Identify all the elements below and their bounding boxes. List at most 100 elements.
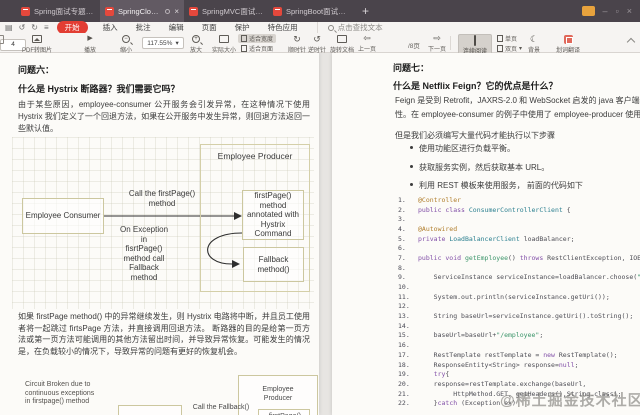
double-page-icon bbox=[497, 45, 503, 52]
redo-icon[interactable]: ↻ bbox=[31, 22, 38, 33]
minimize-icon[interactable]: – bbox=[603, 0, 608, 22]
pdf-file-icon bbox=[273, 6, 282, 16]
bullet-icon bbox=[410, 183, 413, 186]
save-icon[interactable]: ▤ bbox=[5, 22, 13, 33]
find-text-hint: 点击查找文本 bbox=[337, 23, 383, 32]
menu-features[interactable]: 特色应用 bbox=[259, 22, 307, 33]
tab-springmvc[interactable]: SpringMVC面试专题及答案.pdf bbox=[184, 0, 268, 22]
prev-page-button[interactable]: ⇦ 上一页 bbox=[358, 33, 376, 53]
zoom-out-icon: − bbox=[122, 35, 130, 43]
code-line: 18. ResponseEntity<String> response=null… bbox=[398, 360, 579, 369]
single-page-icon bbox=[497, 35, 503, 42]
menu-icon[interactable]: ≡ bbox=[44, 22, 49, 33]
pdf-file-icon bbox=[21, 6, 30, 16]
code-line: 20. response=restTemplate.exchange(baseU… bbox=[398, 379, 587, 388]
translate-button[interactable]: 划词翻译 bbox=[556, 34, 580, 54]
code-line: 13. String baseUrl=serviceInstance.getUr… bbox=[398, 312, 634, 321]
background-button[interactable]: ☾ 背景 bbox=[528, 34, 540, 54]
list-item: 获取服务实例，然后获取基本 URL。 bbox=[410, 162, 640, 173]
circuit-broken-note: Circuit Broken due to continuous excepti… bbox=[25, 381, 95, 405]
next-page-button[interactable]: ⇨ 下一页 bbox=[428, 33, 446, 53]
tab-springcloud-active[interactable]: SpringClou...式专题及答案.pdf × bbox=[100, 0, 184, 22]
fit-page-icon bbox=[241, 45, 247, 52]
code-line: 3. bbox=[398, 215, 406, 224]
pdf-page-left: 问题六： 什么是 Hystrix 断路器？我们需要它吗？ 由于某些原因，empl… bbox=[0, 53, 319, 415]
producer-title: Employee Producer bbox=[217, 151, 293, 161]
code-line: 10. bbox=[398, 283, 410, 292]
question6-title: 什么是 Hystrix 断路器？我们需要它吗？ bbox=[18, 84, 180, 94]
pin-icon[interactable] bbox=[165, 8, 171, 14]
rotate-cw-icon: ↻ bbox=[293, 34, 301, 44]
zoom-in-button[interactable]: + 放大 bbox=[190, 34, 202, 54]
rotate-cw-button[interactable]: ↻ 顺时针 bbox=[288, 34, 306, 54]
rotate-doc-button[interactable]: 旋转文档 bbox=[330, 34, 354, 54]
app-window: Spring面试专题及答案.pdf SpringClou...式专题及答案.pd… bbox=[0, 0, 640, 415]
hystrix-diagram: Employee Producer Employee Consumer firs… bbox=[12, 137, 314, 309]
consumer-box: Employee Consumer bbox=[22, 198, 104, 234]
undo-icon[interactable]: ↺ bbox=[19, 22, 26, 33]
code-line: 9. ServiceInstance serviceInstance=loadB… bbox=[398, 273, 640, 282]
tab-spring[interactable]: Spring面试专题及答案.pdf bbox=[16, 0, 100, 22]
rotate-ccw-icon: ↺ bbox=[313, 34, 321, 44]
page-layout-stack: 单页 双页 ▾ bbox=[494, 34, 525, 53]
single-page-button[interactable]: 单页 bbox=[494, 34, 525, 43]
code-line: 4. @Autowired bbox=[398, 224, 458, 233]
pdf-file-icon bbox=[189, 6, 198, 16]
code-line: 12. bbox=[398, 302, 410, 311]
call-fallback-label: Call the Fallback() bbox=[192, 404, 250, 411]
code-line: 16. bbox=[398, 341, 410, 350]
bullet-icon bbox=[410, 165, 413, 168]
tab-label: SpringClou...式专题及答案.pdf bbox=[118, 6, 162, 16]
consumer2-box-partial bbox=[118, 405, 182, 415]
menu-page[interactable]: 页面 bbox=[193, 22, 226, 33]
window-controls: – ▫ × bbox=[581, 0, 640, 22]
rotate-ccw-button[interactable]: ↺ 逆时针 bbox=[308, 34, 326, 54]
fit-page-button[interactable]: 适合页面 bbox=[238, 44, 276, 53]
code-line: 11. System.out.println(serviceInstance.g… bbox=[398, 292, 610, 301]
menu-edit[interactable]: 编辑 bbox=[160, 22, 193, 33]
pdf-file-icon bbox=[105, 6, 114, 16]
document-viewport[interactable]: 问题六： 什么是 Hystrix 断路器？我们需要它吗？ 由于某些原因，empl… bbox=[0, 53, 640, 415]
quick-actions: ▤ ↺ ↻ ≡ bbox=[0, 22, 57, 33]
find-text-button[interactable]: 点击查找文本 bbox=[316, 22, 383, 33]
question7-title: 什么是 Netflix Feign？它的优点是什么？ bbox=[393, 81, 558, 91]
tab-label: SpringMVC面试专题及答案.pdf bbox=[202, 6, 263, 16]
code-line: 7. public void getEmployee() throws RestC… bbox=[398, 253, 640, 262]
double-page-button[interactable]: 双页 ▾ bbox=[494, 44, 525, 53]
menubar: ▤ ↺ ↻ ≡ 开始 插入 批注 编辑 页面 保护 特色应用 点击查找文本 bbox=[0, 21, 640, 34]
code-line: 14. bbox=[398, 321, 410, 330]
close-icon[interactable]: × bbox=[174, 7, 179, 16]
pdf-page-right: 问题七： 什么是 Netflix Feign？它的优点是什么？ Feign 是受… bbox=[332, 53, 640, 415]
fit-width-icon bbox=[241, 35, 247, 42]
tab-springboot[interactable]: SpringBoot面试专题及答案.pdf bbox=[268, 0, 352, 22]
new-tab-button[interactable]: + bbox=[352, 0, 379, 22]
window-close-icon[interactable]: × bbox=[627, 0, 632, 22]
code-line: 1. @Controller bbox=[398, 195, 462, 204]
divider bbox=[450, 36, 451, 50]
chevron-down-icon: ▾ bbox=[519, 46, 523, 52]
pdf-to-image-button[interactable]: PDF转图片 bbox=[22, 34, 52, 54]
code-line: 6. bbox=[398, 244, 406, 253]
zoom-in-icon: + bbox=[192, 35, 200, 43]
play-button[interactable]: ▶ 播放 bbox=[84, 34, 96, 54]
fallback-box: Fallback method() bbox=[243, 247, 304, 282]
fit-width-button[interactable]: 适合宽度 bbox=[238, 34, 277, 43]
firstpage2-box-partial: firstPage() bbox=[258, 409, 310, 415]
menu-insert[interactable]: 插入 bbox=[94, 22, 127, 33]
clipped-tool-icon[interactable] bbox=[0, 35, 4, 44]
menu-annotate[interactable]: 批注 bbox=[127, 22, 160, 33]
actual-size-button[interactable]: 实际大小 bbox=[212, 34, 236, 54]
list-item: 利用 REST 模板来使用服务， 前面的代码如下 bbox=[410, 180, 640, 191]
steps-intro: 但是我们必须编写大量代码才能执行以下步骤 bbox=[395, 131, 555, 140]
member-badge-icon[interactable] bbox=[581, 6, 595, 16]
maximize-icon[interactable]: ▫ bbox=[616, 0, 619, 22]
collapse-toolbar-icon[interactable] bbox=[626, 37, 636, 47]
menu-protect[interactable]: 保护 bbox=[226, 22, 259, 33]
list-item: 使用功能区进行负载平衡。 bbox=[410, 143, 640, 154]
zoom-level-field[interactable]: 117.55% ▾ bbox=[142, 37, 184, 49]
code-line: 15. baseUrl=baseUrl+"/employee"; bbox=[398, 331, 544, 340]
zoom-out-button[interactable]: − 缩小 bbox=[120, 34, 132, 54]
call-firstpage-label: Call the firstPage() method bbox=[128, 189, 196, 208]
toolbar: PDF转图片 ▶ 播放 − 缩小 117.55% ▾ + 放大 实际大小 适合宽… bbox=[0, 33, 640, 57]
code-block: 1. @Controller 2. public class ConsumerCont… bbox=[398, 195, 640, 408]
